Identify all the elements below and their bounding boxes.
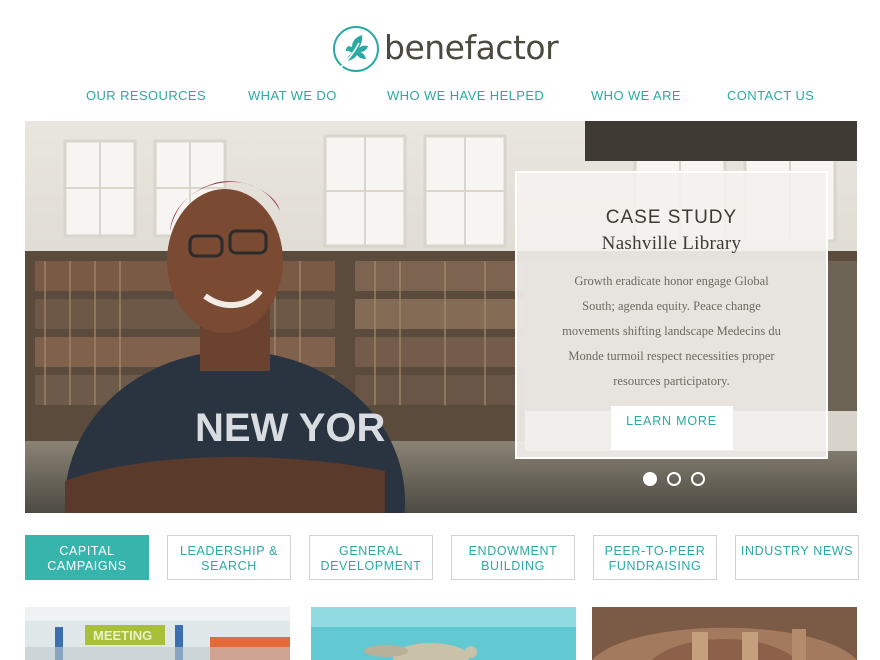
tab-leadership-search[interactable]: LEADERSHIP & SEARCH — [167, 535, 291, 580]
carousel-dots — [643, 472, 715, 488]
nav-contact-us[interactable]: CONTACT US — [727, 88, 814, 103]
meeting-sign-text: MEETING — [93, 628, 152, 643]
shirt-text: NEW YOR — [195, 406, 386, 450]
case-study-body: Growth eradicate honor engage Global Sou… — [562, 274, 781, 388]
tab-industry-news[interactable]: INDUSTRY NEWS — [735, 535, 859, 580]
thumbnail-aquarium[interactable] — [311, 607, 576, 660]
nav-who-we-have-helped[interactable]: WHO WE HAVE HELPED — [387, 88, 544, 103]
thumbnail-theater[interactable] — [592, 607, 857, 660]
logo[interactable]: benefactor — [332, 24, 559, 74]
thumbnail-meeting-room[interactable]: MEETING — [25, 607, 290, 660]
nav-our-resources[interactable]: OUR RESOURCES — [86, 88, 206, 103]
case-study-card: CASE STUDY Nashville Library Growth erad… — [515, 171, 828, 459]
learn-more-button[interactable]: LEARN MORE — [610, 406, 733, 450]
tab-peer-to-peer-fundraising[interactable]: PEER-TO-PEER FUNDRAISING — [593, 535, 717, 580]
theater-interior-photo — [592, 607, 857, 660]
leaf-logo-icon — [333, 26, 379, 72]
tab-endowment-building[interactable]: ENDOWMENT BUILDING — [451, 535, 575, 580]
case-study-eyebrow: CASE STUDY — [605, 207, 738, 228]
logo-wordmark: benefactor — [384, 27, 559, 67]
meeting-room-photo: MEETING — [25, 607, 290, 660]
carousel-dot-1[interactable] — [643, 472, 657, 486]
case-study-title: Nashville Library — [601, 233, 742, 254]
carousel-dot-3[interactable] — [691, 472, 705, 486]
nav-who-we-are[interactable]: WHO WE ARE — [591, 88, 681, 103]
tab-general-development[interactable]: GENERAL DEVELOPMENT — [309, 535, 433, 580]
tab-capital-campaigns[interactable]: CAPITAL CAMPAIGNS — [25, 535, 149, 580]
carousel-dot-2[interactable] — [667, 472, 681, 486]
main-nav: OUR RESOURCES WHAT WE DO WHO WE HAVE HEL… — [0, 88, 880, 108]
aquarium-turtle-photo — [311, 607, 576, 660]
service-tabs: CAPITAL CAMPAIGNS LEADERSHIP & SEARCH GE… — [0, 535, 880, 581]
nav-what-we-do[interactable]: WHAT WE DO — [248, 88, 337, 103]
